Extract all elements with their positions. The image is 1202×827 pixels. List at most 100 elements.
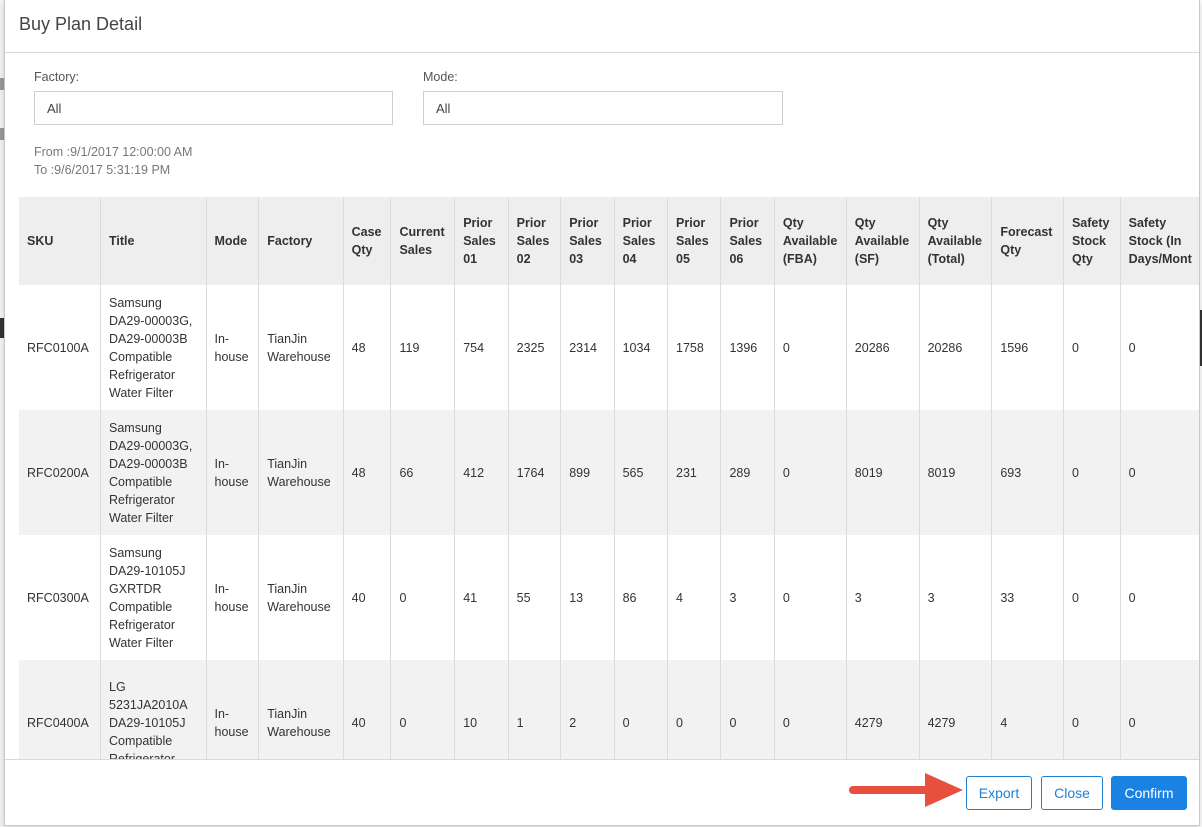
column-header-text: 03: [569, 252, 584, 266]
table-row[interactable]: RFC0200A Samsung DA29-00003G, DA29-00003B Co…: [19, 410, 1199, 535]
column-header-text: Sales: [463, 234, 496, 248]
column-header-text: 02: [516, 252, 531, 266]
column-header-text: Prior: [729, 216, 759, 230]
table-cell: 0: [1063, 285, 1121, 410]
cell-text: 0: [1128, 340, 1136, 355]
cell-text: house: [214, 599, 249, 614]
table-cell: 0: [390, 535, 456, 660]
table-cell: 0: [1120, 660, 1199, 759]
column-header-text: 04: [622, 252, 637, 266]
cell-text: 33: [1000, 590, 1015, 605]
buy-plan-table: SKU Title Mode Factory Case Qty Current Sales Pr…: [19, 197, 1199, 759]
cell-text: Samsung: [109, 295, 162, 310]
cell-text: 55: [516, 590, 531, 605]
table-cell: 0: [720, 660, 775, 759]
column-header-text: Factory: [267, 234, 313, 248]
table-cell: 0: [774, 660, 847, 759]
column-header-text: Sales: [399, 243, 433, 257]
table-cell: In-house: [206, 285, 260, 410]
cell-text: DA29-10105J: [109, 563, 186, 578]
close-button[interactable]: Close: [1041, 776, 1103, 810]
table-cell: 0: [614, 660, 669, 759]
export-button[interactable]: Export: [966, 776, 1032, 810]
table-cell: 3: [846, 535, 920, 660]
column-header-text: Stock: [1071, 234, 1107, 248]
cell-text: 0: [1071, 465, 1079, 480]
column-header: Prior Sales 04: [614, 197, 669, 285]
column-header: Case Qty: [343, 197, 392, 285]
table-row[interactable]: RFC0100A Samsung DA29-00003G, DA29-00003B Co…: [19, 285, 1199, 410]
table-cell: 4279: [846, 660, 920, 759]
cell-text: house: [214, 724, 249, 739]
column-header: Prior Sales 05: [667, 197, 722, 285]
table-row[interactable]: RFC0300A Samsung DA29-10105J GXRTDR Compatib…: [19, 535, 1199, 660]
cell-text: GXRTDR: [109, 581, 162, 596]
cell-text: 1758: [676, 340, 704, 355]
factory-label: Factory:: [34, 70, 80, 84]
table-cell: 412: [454, 410, 509, 535]
cell-text: 40: [351, 590, 366, 605]
column-header-text: Stock (In: [1128, 234, 1182, 248]
column-header: Title: [100, 197, 207, 285]
column-header: Current Sales: [390, 197, 456, 285]
table-cell: 2: [560, 660, 615, 759]
factory-select[interactable]: All: [34, 91, 393, 125]
cell-text: Warehouse: [267, 724, 331, 739]
modal-header: Buy Plan Detail: [5, 0, 1199, 53]
cell-text: 0: [782, 715, 790, 730]
table-cell: 40: [343, 535, 392, 660]
cell-text: In-: [214, 331, 230, 346]
table-cell: 48: [343, 285, 392, 410]
table-cell: 0: [1120, 285, 1199, 410]
column-header: Mode: [206, 197, 260, 285]
buy-plan-table-container[interactable]: SKU Title Mode Factory Case Qty Current Sales Pr…: [19, 197, 1199, 759]
column-header-text: Prior: [622, 216, 652, 230]
cell-text: 0: [782, 465, 790, 480]
table-cell: Samsung DA29-00003G, DA29-00003B Compatible…: [100, 285, 207, 410]
cell-text: 1596: [1000, 340, 1029, 355]
cell-text: 3: [729, 590, 737, 605]
cell-text: house: [214, 474, 249, 489]
column-header-text: Current: [399, 225, 445, 239]
table-cell: 899: [560, 410, 615, 535]
column-header: SKU: [19, 197, 102, 285]
cell-text: 48: [351, 465, 366, 480]
cell-text: 119: [399, 340, 420, 355]
table-cell: 0: [774, 410, 847, 535]
table-cell: TianJin Warehouse: [258, 285, 344, 410]
cell-text: Compatible: [109, 349, 173, 364]
table-cell: 13: [560, 535, 615, 660]
column-header: Safety Stock Qty: [1063, 197, 1121, 285]
table-cell: 66: [390, 410, 456, 535]
cell-text: Refrigerator: [109, 367, 176, 382]
cell-text: Compatible: [109, 733, 173, 748]
table-cell: 1034: [614, 285, 669, 410]
cell-text: DA29-00003B: [109, 456, 188, 471]
modal-title: Buy Plan Detail: [19, 14, 143, 34]
table-cell: In-house: [206, 660, 260, 759]
table-cell: 8019: [919, 410, 993, 535]
cell-text: 0: [676, 715, 683, 730]
column-header: Qty Available (FBA): [774, 197, 847, 285]
table-cell: 754: [454, 285, 509, 410]
confirm-button[interactable]: Confirm: [1111, 776, 1187, 810]
table-cell: 0: [1120, 535, 1199, 660]
cell-text: 4: [1000, 715, 1008, 730]
table-row[interactable]: RFC0400A LG 5231JA2010A DA29-10105J Compatib…: [19, 660, 1199, 759]
table-cell: 0: [774, 285, 847, 410]
cell-text: TianJin: [267, 331, 308, 346]
cell-text: 8019: [927, 465, 956, 480]
column-header-text: Sales: [516, 234, 550, 248]
table-cell: 20286: [919, 285, 993, 410]
column-header-text: Prior: [463, 216, 493, 230]
mode-select[interactable]: All: [423, 91, 783, 125]
column-header-text: Qty: [1071, 252, 1093, 266]
cell-text: Samsung: [109, 420, 162, 435]
cell-text: 2314: [569, 340, 597, 355]
table-cell: 1764: [508, 410, 562, 535]
column-header: Prior Sales 01: [454, 197, 509, 285]
cell-text: 2325: [516, 340, 545, 355]
cell-text: RFC0100A: [27, 340, 89, 355]
table-cell: 4: [667, 535, 722, 660]
cell-text: 0: [1071, 590, 1079, 605]
